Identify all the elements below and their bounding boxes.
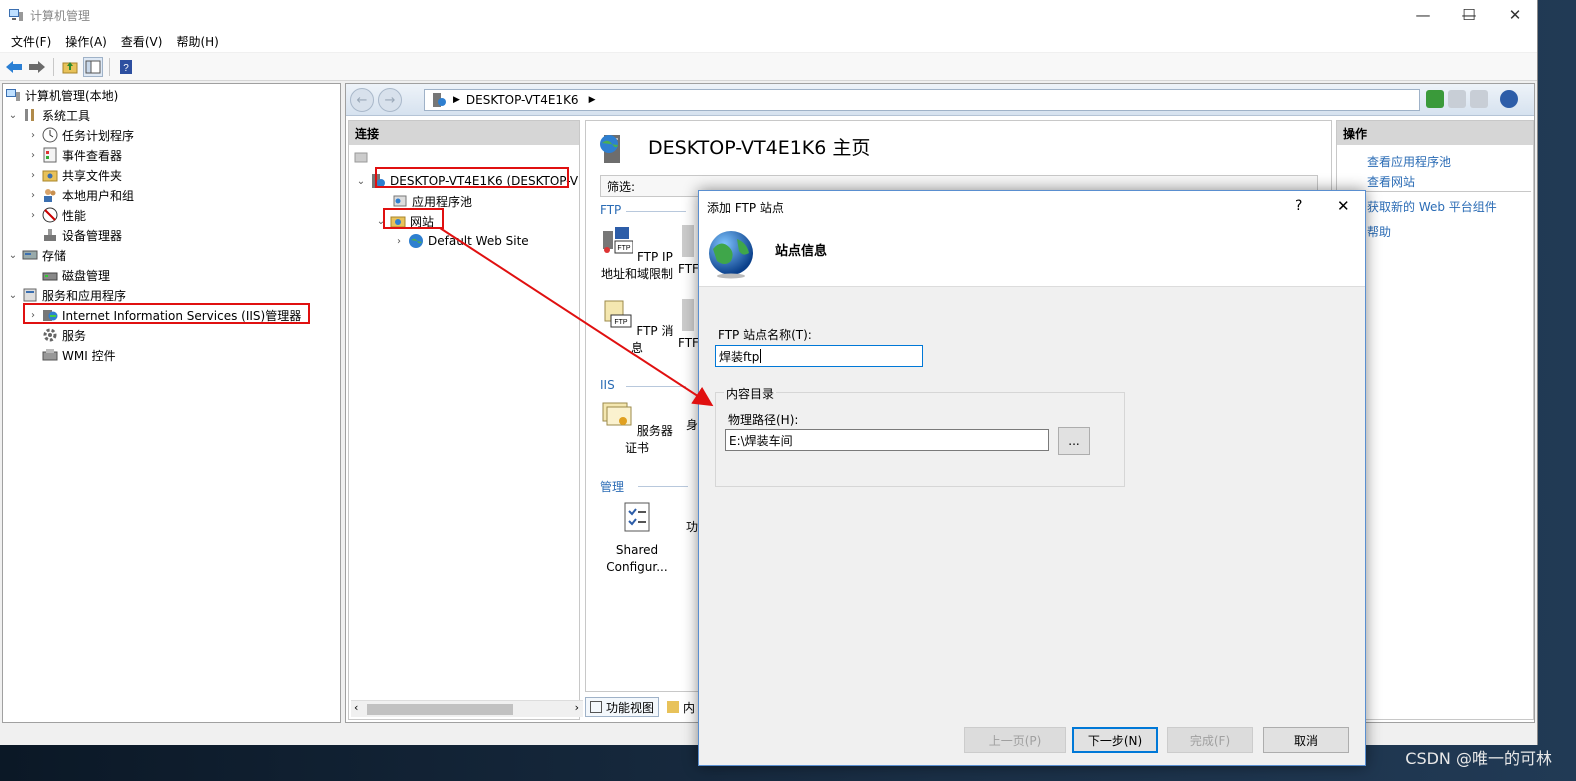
annotation-arrow <box>439 227 714 407</box>
watermark: CSDN @唯一的可林 <box>1405 749 1552 768</box>
